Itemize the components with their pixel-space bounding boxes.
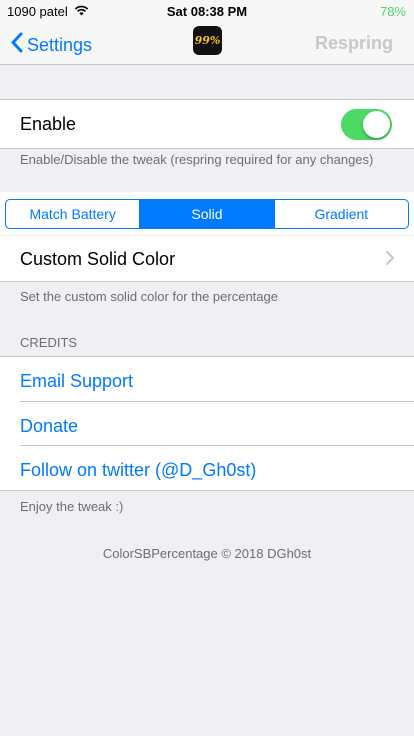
divider xyxy=(20,445,414,446)
credits-group: Email Support Donate Follow on twitter (… xyxy=(0,357,414,490)
copyright-text: ColorSBPercentage © 2018 DGh0st xyxy=(102,546,312,561)
divider xyxy=(20,401,414,402)
segment-match-battery[interactable]: Match Battery xyxy=(6,200,141,228)
enable-label: Enable xyxy=(20,114,77,134)
twitter-link[interactable]: Follow on twitter (@D_Gh0st) xyxy=(20,460,256,481)
donate-link[interactable]: Donate xyxy=(20,416,78,437)
custom-color-cell[interactable]: Custom Solid Color xyxy=(0,236,414,281)
segment-gradient[interactable]: Gradient xyxy=(275,200,408,228)
chevron-left-icon xyxy=(10,32,23,58)
toggle-knob xyxy=(363,111,390,138)
back-label: Settings xyxy=(27,34,93,55)
chevron-right-icon xyxy=(386,251,394,270)
custom-color-footer: Set the custom solid color for the perce… xyxy=(20,289,278,304)
email-support-link[interactable]: Email Support xyxy=(20,371,133,392)
enable-cell: Enable xyxy=(0,100,414,148)
credits-header: CREDITS xyxy=(20,335,78,350)
status-time: Sat 08:38 PM xyxy=(166,4,248,19)
navigation-bar: Settings 99% Respring xyxy=(0,22,414,65)
enable-footer: Enable/Disable the tweak (respring requi… xyxy=(20,152,374,167)
respring-button[interactable]: Respring xyxy=(315,33,393,54)
battery-percent: 78% xyxy=(379,4,406,19)
divider xyxy=(0,281,414,282)
app-logo-icon: 99% xyxy=(193,26,222,55)
segment-solid[interactable]: Solid xyxy=(140,200,275,228)
credits-footer: Enjoy the tweak :) xyxy=(20,499,124,514)
enable-toggle[interactable] xyxy=(341,109,392,140)
back-button[interactable]: Settings xyxy=(10,32,92,58)
divider xyxy=(0,148,414,149)
custom-color-label: Custom Solid Color xyxy=(20,249,176,269)
status-bar: 1090 patel Sat 08:38 PM 78% xyxy=(0,0,414,22)
divider xyxy=(0,490,414,491)
color-mode-segmented-control: Match Battery Solid Gradient xyxy=(5,199,409,229)
